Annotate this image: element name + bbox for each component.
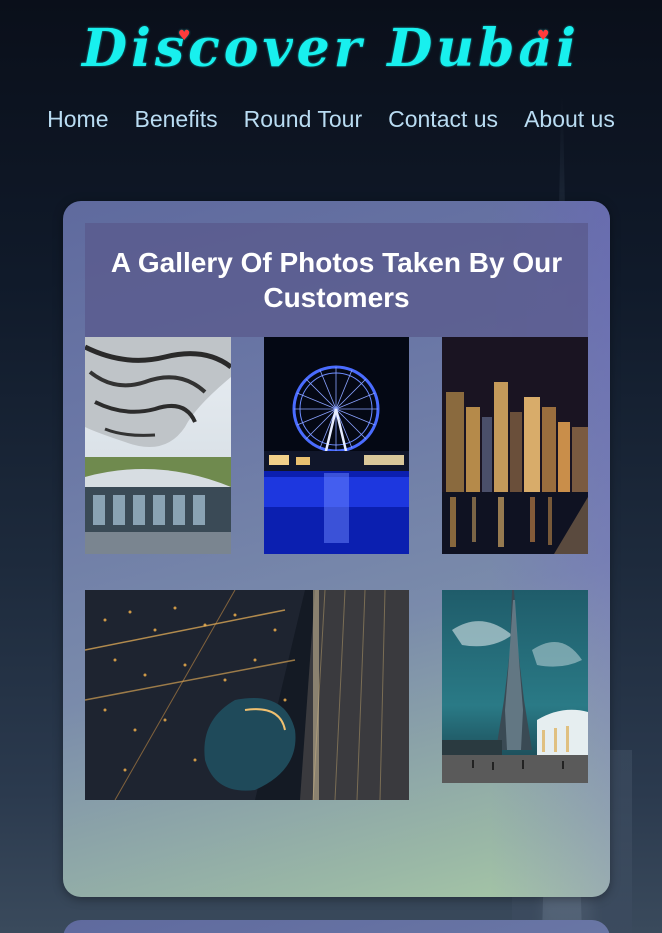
museum-of-the-future-photo[interactable] — [85, 337, 231, 554]
ain-dubai-ferris-wheel-photo[interactable] — [264, 337, 409, 554]
next-section-card — [63, 920, 610, 933]
nav-benefits[interactable]: Benefits — [135, 106, 218, 133]
downtown-dubai-aerial-photo[interactable] — [85, 590, 409, 800]
dubai-marina-skyline-photo[interactable] — [442, 337, 588, 554]
heart-icon: ♥ — [537, 28, 554, 44]
burj-khalifa-photo[interactable] — [442, 590, 588, 783]
nav-home[interactable]: Home — [47, 106, 108, 133]
site-title: Discover Dubai — [82, 18, 580, 79]
heart-icon: ♥ — [178, 28, 195, 44]
nav-contact-us[interactable]: Contact us — [388, 106, 498, 133]
nav-round-tour[interactable]: Round Tour — [244, 106, 363, 133]
gallery-title: A Gallery Of Photos Taken By Our Custome… — [85, 223, 588, 337]
gallery-card: A Gallery Of Photos Taken By Our Custome… — [63, 201, 610, 897]
nav-about-us[interactable]: About us — [524, 106, 615, 133]
main-nav: Home Benefits Round Tour Contact us Abou… — [0, 106, 662, 133]
site-logo[interactable]: Discover Dubai ♥ ♥ — [0, 18, 662, 79]
